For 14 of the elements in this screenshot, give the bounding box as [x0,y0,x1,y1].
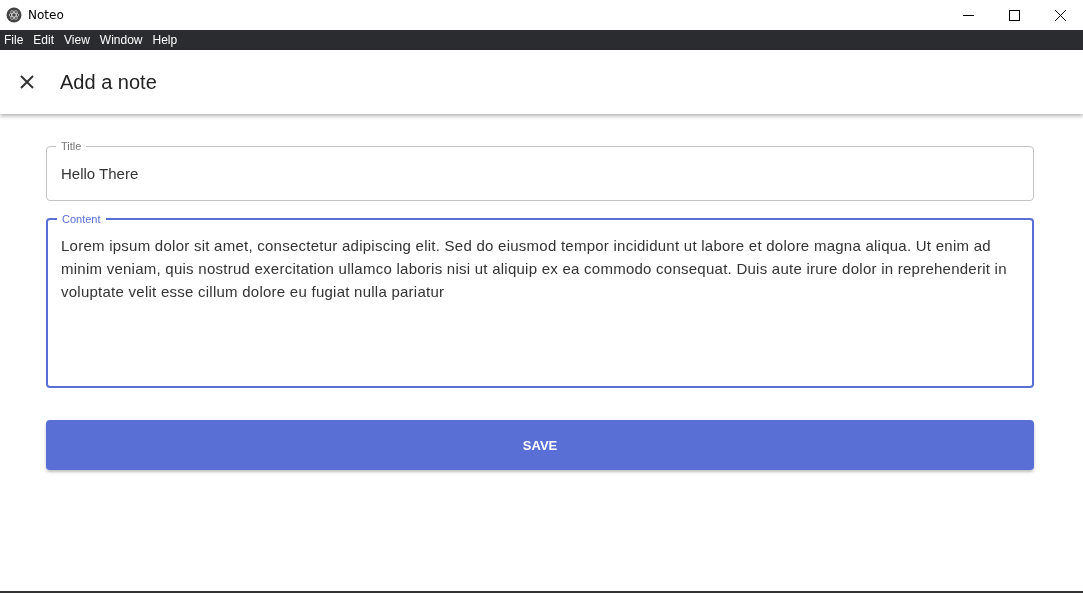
close-icon[interactable] [20,75,34,89]
window-title: Noteo [28,8,64,22]
field-label: Content [57,212,106,226]
field-label: Title [56,139,87,153]
menu-item[interactable]: File [4,33,24,47]
maximize-icon [1008,9,1020,21]
page-title: Add a note [60,70,157,94]
save-button[interactable]: SAVE [46,420,1034,470]
menu-item[interactable]: View [64,33,90,47]
menu-item[interactable]: Help [152,33,178,47]
menu-item[interactable]: Window [99,33,143,47]
menu-item[interactable]: Edit [33,33,55,47]
app-logo-icon [6,7,22,23]
close-icon [1054,9,1066,21]
